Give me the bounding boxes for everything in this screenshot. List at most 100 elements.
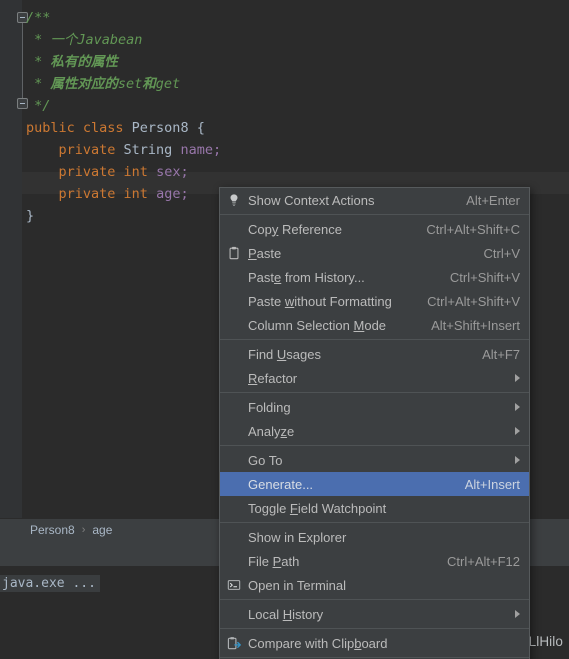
editor-gutter[interactable]: [0, 0, 22, 518]
menu-item-copy-reference[interactable]: Copy Reference Ctrl+Alt+Shift+C: [220, 217, 529, 241]
menu-item-label: Local History: [248, 606, 324, 622]
menu-item-label: Compare with Clipboard: [248, 635, 388, 651]
menu-item-label: Toggle Field Watchpoint: [248, 500, 387, 516]
menu-item-shortcut: Alt+F7: [482, 346, 520, 362]
menu-item-column-selection-mode[interactable]: Column Selection Mode Alt+Shift+Insert: [220, 313, 529, 337]
menu-item-go-to[interactable]: Go To: [220, 448, 529, 472]
menu-item-shortcut: Alt+Shift+Insert: [431, 317, 520, 333]
code-line: private int sex;: [26, 161, 221, 183]
code-token: *: [26, 32, 51, 48]
menu-separator: [220, 214, 529, 215]
menu-item-label: Analyze: [248, 423, 295, 439]
breadcrumb-class[interactable]: Person8: [30, 523, 75, 537]
menu-item-find-usages[interactable]: Find Usages Alt+F7: [220, 342, 529, 366]
compare-icon: [226, 635, 242, 651]
menu-item-shortcut: Ctrl+Alt+F12: [447, 553, 520, 569]
menu-item-label: Show in Explorer: [248, 529, 347, 545]
menu-item-label: Folding: [248, 399, 291, 415]
console-output-line: java.exe ...: [0, 575, 100, 592]
menu-item-shortcut: Ctrl+Alt+Shift+C: [426, 221, 520, 237]
menu-item-shortcut: Ctrl+Shift+V: [449, 269, 520, 285]
code-token: private int: [58, 164, 157, 180]
menu-item-label: Open in Terminal: [248, 577, 347, 593]
menu-item-open-in-terminal[interactable]: Open in Terminal: [220, 573, 529, 597]
editor-context-menu[interactable]: Show Context Actions Alt+Enter Copy Refere…: [219, 187, 530, 659]
code-token: set: [117, 76, 143, 92]
menu-item-analyze[interactable]: Analyze: [220, 419, 529, 443]
code-line: private String name;: [26, 139, 222, 161]
menu-item-label: Generate...: [248, 476, 314, 492]
menu-item-generate[interactable]: Generate... Alt+Insert: [220, 472, 529, 496]
code-line: private int age;: [26, 183, 221, 205]
menu-item-paste[interactable]: Paste Ctrl+V: [220, 241, 529, 265]
menu-item-show-context-actions[interactable]: Show Context Actions Alt+Enter: [220, 188, 529, 212]
breadcrumb-separator-icon: ›: [81, 524, 86, 536]
code-line: */: [26, 95, 221, 117]
code-line: * 属性对应的set和get: [26, 73, 221, 95]
menu-item-label: Paste: [248, 245, 282, 261]
code-token: /**: [26, 10, 51, 26]
menu-item-shortcut: Alt+Insert: [464, 476, 520, 492]
ide-window: /** * 一个Javabean * 私有的属性 * 属性对应的set和get …: [0, 0, 569, 659]
code-token: 一个Javabean: [50, 32, 143, 48]
menu-item-label: Go To: [248, 452, 283, 468]
menu-item-label: File Path: [248, 553, 300, 569]
menu-item-local-history[interactable]: Local History: [220, 602, 529, 626]
menu-item-label: Paste without Formatting: [248, 293, 392, 309]
menu-item-shortcut: Ctrl+Alt+Shift+V: [427, 293, 520, 309]
code-token: public class: [26, 120, 132, 136]
menu-item-label: Copy Reference: [248, 221, 342, 237]
submenu-arrow-icon: [515, 427, 520, 435]
code-token: name;: [180, 142, 222, 158]
menu-item-file-path[interactable]: File Path Ctrl+Alt+F12: [220, 549, 529, 573]
code-token: age;: [156, 186, 189, 202]
code-token: Person8 {: [131, 120, 205, 136]
menu-item-paste-from-history[interactable]: Paste from History... Ctrl+Shift+V: [220, 265, 529, 289]
menu-separator: [220, 392, 529, 393]
submenu-arrow-icon: [515, 403, 520, 411]
code-line: /**: [26, 7, 221, 29]
breadcrumb-member[interactable]: age: [92, 523, 112, 537]
code-token: get: [155, 76, 181, 92]
code-token: 和: [142, 76, 156, 92]
code-line: * 私有的属性: [26, 51, 221, 73]
clipboard-icon: [226, 245, 242, 261]
terminal-icon: [226, 577, 242, 593]
menu-item-label: Paste from History...: [248, 269, 365, 285]
menu-separator: [220, 599, 529, 600]
code-token: 属性对应的: [50, 76, 118, 92]
code-token: *: [26, 76, 51, 92]
menu-separator: [220, 339, 529, 340]
menu-item-show-in-explorer[interactable]: Show in Explorer: [220, 525, 529, 549]
menu-item-toggle-field-watchpoint[interactable]: Toggle Field Watchpoint: [220, 496, 529, 520]
menu-item-folding[interactable]: Folding: [220, 395, 529, 419]
menu-separator: [220, 628, 529, 629]
code-token: private: [58, 142, 124, 158]
code-text[interactable]: /** * 一个Javabean * 私有的属性 * 属性对应的set和get …: [26, 7, 221, 227]
menu-separator: [220, 657, 529, 658]
code-line: }: [26, 205, 221, 227]
menu-item-shortcut: Alt+Enter: [466, 192, 520, 208]
menu-item-label: Show Context Actions: [248, 192, 375, 208]
menu-item-compare-with-clipboard[interactable]: Compare with Clipboard: [220, 631, 529, 655]
submenu-arrow-icon: [515, 374, 520, 382]
fold-region-line: [22, 14, 23, 106]
menu-item-label: Refactor: [248, 370, 298, 386]
menu-item-paste-without-formatting[interactable]: Paste without Formatting Ctrl+Alt+Shift+V: [220, 289, 529, 313]
code-token: String: [123, 142, 181, 158]
code-token: }: [26, 208, 35, 224]
code-token: */: [26, 98, 51, 114]
submenu-arrow-icon: [515, 456, 520, 464]
code-token: sex;: [156, 164, 189, 180]
code-line: public class Person8 {: [26, 117, 221, 139]
submenu-arrow-icon: [515, 610, 520, 618]
menu-item-refactor[interactable]: Refactor: [220, 366, 529, 390]
code-line: * 一个Javabean: [26, 29, 221, 51]
menu-item-label: Find Usages: [248, 346, 321, 362]
menu-item-label: Column Selection Mode: [248, 317, 387, 333]
menu-separator: [220, 445, 529, 446]
menu-item-shortcut: Ctrl+V: [483, 245, 520, 261]
